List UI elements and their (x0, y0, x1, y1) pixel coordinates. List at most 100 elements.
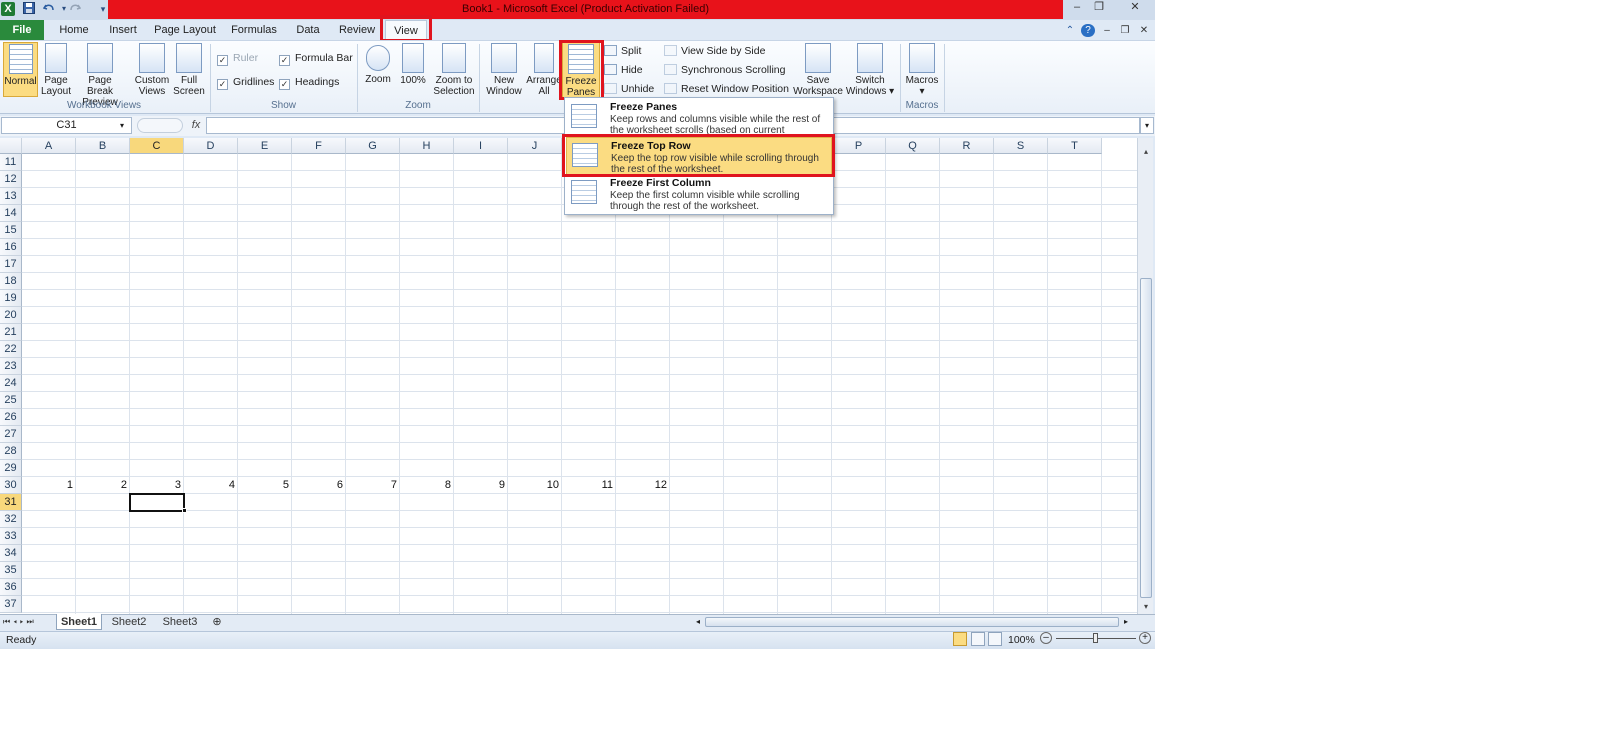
zoom-in-icon[interactable]: + (1139, 632, 1151, 644)
row-header-20[interactable]: 20 (0, 307, 22, 324)
macros-button[interactable]: Macros ▾ (903, 42, 941, 98)
column-header-t[interactable]: T (1048, 138, 1102, 154)
normal-view-status-icon[interactable] (953, 632, 967, 646)
restore-button[interactable]: ❐ (1088, 0, 1110, 16)
row-header-35[interactable]: 35 (0, 562, 22, 579)
sheet-tab-2[interactable]: Sheet2 (106, 614, 152, 630)
tab-review[interactable]: Review (334, 20, 380, 40)
arrange-all-button[interactable]: Arrange All (524, 42, 564, 98)
row-header-16[interactable]: 16 (0, 239, 22, 256)
tab-insert[interactable]: Insert (102, 20, 144, 40)
cell-a30[interactable]: 1 (22, 477, 76, 494)
sheet-tab-3[interactable]: Sheet3 (156, 614, 204, 630)
zoom-out-icon[interactable]: – (1040, 632, 1052, 644)
insert-function-button[interactable]: fx (186, 117, 206, 134)
column-header-e[interactable]: E (238, 138, 292, 154)
page-break-status-icon[interactable] (988, 632, 1002, 646)
zoom-slider-thumb[interactable] (1093, 633, 1098, 643)
column-header-b[interactable]: B (76, 138, 130, 154)
formula-expand-handle[interactable] (137, 118, 183, 133)
zoom-button[interactable]: Zoom (362, 42, 394, 98)
row-header-17[interactable]: 17 (0, 256, 22, 273)
tab-file[interactable]: File (0, 20, 44, 40)
help-icon[interactable]: ? (1081, 24, 1095, 37)
row-header-22[interactable]: 22 (0, 341, 22, 358)
row-header-27[interactable]: 27 (0, 426, 22, 443)
column-header-j[interactable]: J (508, 138, 562, 154)
name-box-dropdown-icon[interactable]: ▾ (120, 118, 132, 133)
column-header-d[interactable]: D (184, 138, 238, 154)
scroll-left-icon[interactable]: ◂ (692, 615, 704, 629)
switch-windows-button[interactable]: Switch Windows ▾ (844, 42, 896, 98)
column-header-f[interactable]: F (292, 138, 346, 154)
sheet-tab-1[interactable]: Sheet1 (56, 614, 102, 630)
new-window-button[interactable]: New Window (483, 42, 525, 98)
page-layout-status-icon[interactable] (971, 632, 985, 646)
column-header-s[interactable]: S (994, 138, 1048, 154)
column-header-p[interactable]: P (832, 138, 886, 154)
split-button[interactable]: Split (604, 43, 641, 59)
cell-d30[interactable]: 4 (184, 477, 238, 494)
cell-k30[interactable]: 11 (562, 477, 616, 494)
minimize-button[interactable]: – (1066, 0, 1088, 16)
close-button[interactable]: ✕ (1122, 0, 1148, 16)
sheet-nav-arrows-icon[interactable]: ⏮◂▸⏭ (3, 615, 53, 629)
column-header-c[interactable]: C (130, 138, 184, 154)
cell-i30[interactable]: 9 (454, 477, 508, 494)
save-workspace-button[interactable]: Save Workspace (792, 42, 844, 98)
name-box[interactable]: C31 (1, 117, 132, 134)
row-header-36[interactable]: 36 (0, 579, 22, 596)
undo-icon[interactable] (42, 2, 56, 16)
row-header-29[interactable]: 29 (0, 460, 22, 477)
gridlines-checkbox[interactable]: ✓ Gridlines (217, 75, 274, 90)
cell-g30[interactable]: 7 (346, 477, 400, 494)
cell-j30[interactable]: 10 (508, 477, 562, 494)
cell-f30[interactable]: 6 (292, 477, 346, 494)
column-header-a[interactable]: A (22, 138, 76, 154)
scroll-down-icon[interactable]: ▾ (1139, 602, 1153, 612)
row-header-24[interactable]: 24 (0, 375, 22, 392)
column-header-h[interactable]: H (400, 138, 454, 154)
column-header-q[interactable]: Q (886, 138, 940, 154)
scroll-up-icon[interactable]: ▴ (1139, 148, 1153, 156)
row-header-13[interactable]: 13 (0, 188, 22, 205)
insert-sheet-icon[interactable]: ⊕ (206, 614, 228, 630)
row-header-15[interactable]: 15 (0, 222, 22, 239)
menu-item-freeze-first-column[interactable]: Freeze First Column Keep the first colum… (566, 175, 832, 213)
minimize-ribbon-icon[interactable]: ⌃ (1063, 24, 1077, 37)
cell-l30[interactable]: 12 (616, 477, 670, 494)
zoom-level[interactable]: 100% (1008, 632, 1035, 648)
cell-e30[interactable]: 5 (238, 477, 292, 494)
row-header-23[interactable]: 23 (0, 358, 22, 375)
workbook-minimize-icon[interactable]: – (1100, 24, 1114, 37)
row-header-34[interactable]: 34 (0, 545, 22, 562)
row-header-30[interactable]: 30 (0, 477, 22, 494)
full-screen-button[interactable]: Full Screen (172, 42, 206, 98)
tab-home[interactable]: Home (52, 20, 96, 40)
page-break-preview-button[interactable]: Page Break Preview (74, 42, 126, 108)
row-header-31[interactable]: 31 (0, 494, 22, 511)
workbook-close-icon[interactable]: ✕ (1137, 24, 1151, 37)
column-header-r[interactable]: R (940, 138, 994, 154)
normal-view-button[interactable]: Normal (3, 42, 38, 97)
row-header-14[interactable]: 14 (0, 205, 22, 222)
row-header-25[interactable]: 25 (0, 392, 22, 409)
row-header-28[interactable]: 28 (0, 443, 22, 460)
column-header-g[interactable]: G (346, 138, 400, 154)
vertical-scroll-thumb[interactable] (1140, 278, 1152, 598)
row-header-11[interactable]: 11 (0, 154, 22, 171)
row-header-37[interactable]: 37 (0, 596, 22, 613)
expand-formula-bar-icon[interactable]: ▾ (1140, 117, 1154, 134)
tab-formulas[interactable]: Formulas (226, 20, 282, 40)
column-header-i[interactable]: I (454, 138, 508, 154)
select-all-corner[interactable] (0, 138, 22, 154)
cell-b30[interactable]: 2 (76, 477, 130, 494)
row-header-26[interactable]: 26 (0, 409, 22, 426)
custom-views-button[interactable]: Custom Views (133, 42, 171, 98)
zoom-to-selection-button[interactable]: Zoom to Selection (431, 42, 477, 98)
hide-button[interactable]: Hide (604, 62, 643, 78)
tab-data[interactable]: Data (290, 20, 326, 40)
active-cell[interactable] (129, 493, 185, 512)
save-icon[interactable] (22, 2, 36, 16)
row-header-33[interactable]: 33 (0, 528, 22, 545)
